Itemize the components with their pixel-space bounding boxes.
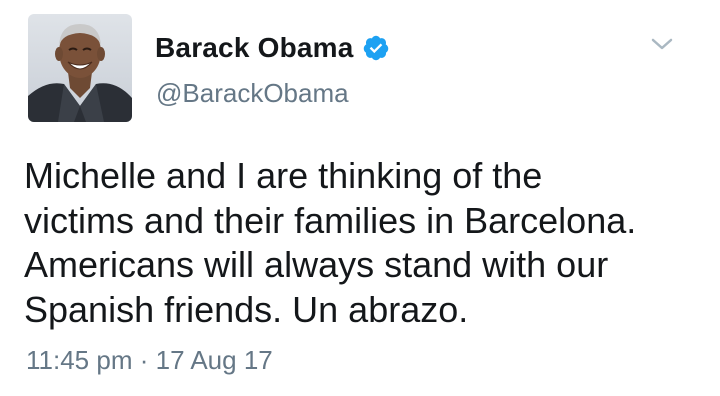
tweet-card: Barack Obama @BarackObama Michelle and I… — [0, 0, 720, 396]
avatar[interactable] — [28, 14, 132, 122]
author-handle[interactable]: @BarackObama — [156, 78, 349, 109]
tweet-time[interactable]: 11:45 pm — [26, 345, 132, 375]
profile-photo-icon — [28, 14, 132, 122]
timestamp-separator: · — [139, 345, 149, 375]
verified-badge-icon — [362, 34, 390, 62]
chevron-down-icon[interactable] — [650, 34, 674, 54]
tweet-text: Michelle and I are thinking of the victi… — [24, 155, 637, 330]
author-name-row[interactable]: Barack Obama — [155, 28, 390, 68]
tweet-date[interactable]: 17 Aug 17 — [156, 345, 273, 375]
tweet-timestamp[interactable]: 11:45 pm · 17 Aug 17 — [26, 345, 273, 376]
author-display-name[interactable]: Barack Obama — [155, 32, 354, 64]
